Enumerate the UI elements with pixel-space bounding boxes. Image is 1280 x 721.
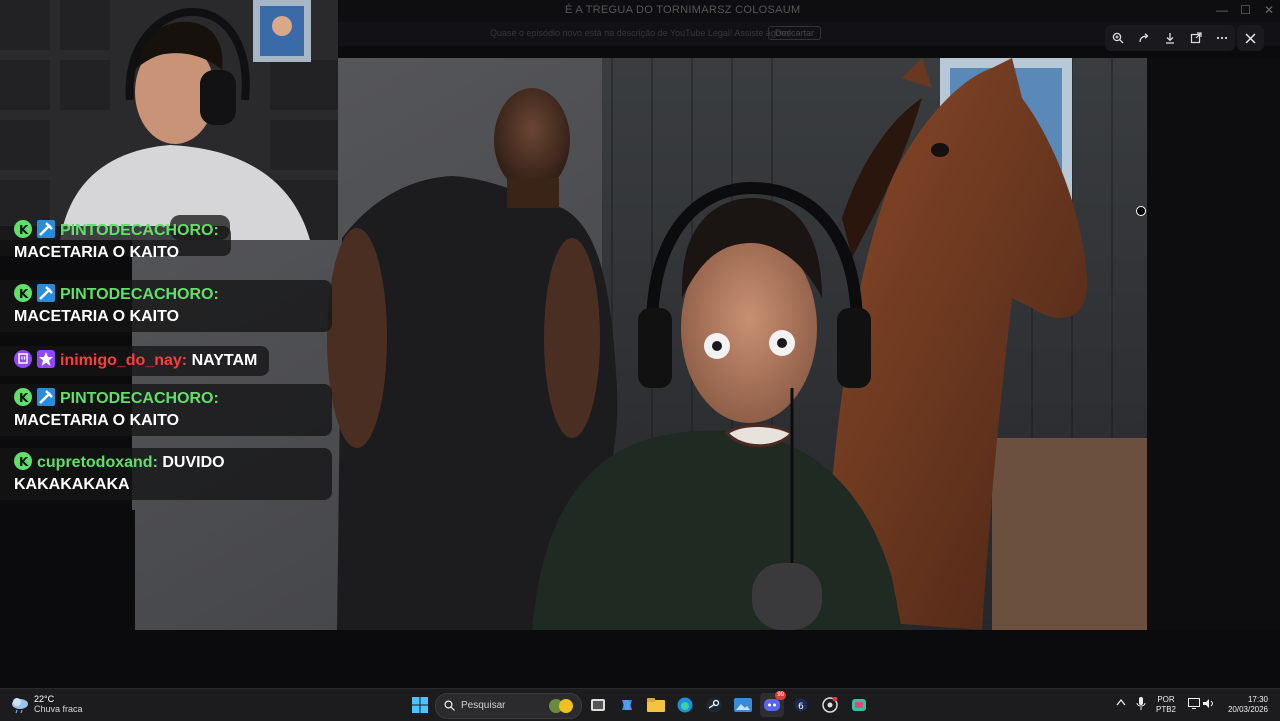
microphone-icon bbox=[1136, 697, 1146, 710]
volume-tray[interactable] bbox=[1203, 698, 1215, 712]
download-icon[interactable] bbox=[1161, 29, 1179, 47]
search-placeholder: Pesquisar bbox=[461, 700, 506, 711]
kick-badge-icon: K bbox=[14, 220, 32, 238]
pickaxe-badge-icon bbox=[37, 388, 55, 406]
clock-time: 17:30 bbox=[1247, 695, 1268, 704]
streamer-webcam bbox=[0, 0, 338, 240]
chat-username[interactable]: inimigo_do_nay: bbox=[60, 352, 187, 369]
clock-date: 20/03/2026 bbox=[1227, 705, 1268, 714]
background-player-controls bbox=[132, 630, 1280, 688]
monitor-network-icon bbox=[1188, 698, 1200, 709]
chat-text: MACETARIA O KAITO bbox=[14, 308, 180, 325]
task-view-button[interactable] bbox=[586, 693, 610, 717]
speaker-icon bbox=[1203, 699, 1213, 708]
background-sidebar bbox=[1147, 58, 1280, 630]
chat-text: MACETARIA O KAITO bbox=[14, 244, 180, 261]
start-button[interactable] bbox=[408, 693, 432, 717]
window-close-button[interactable]: ✕ bbox=[1264, 3, 1274, 17]
banner-text: Quase o episódio novo está na descrição … bbox=[490, 28, 792, 38]
discord-button[interactable]: 99 bbox=[760, 691, 786, 717]
discord-notification-badge: 99 bbox=[775, 691, 786, 700]
chat-username[interactable]: cupretodoxand: bbox=[37, 454, 158, 471]
more-icon[interactable] bbox=[1213, 29, 1231, 47]
chat-message: Kcupretodoxand: DUVIDO KAKAKAKAKA bbox=[0, 448, 332, 500]
discord-icon bbox=[764, 699, 780, 711]
zoom-in-icon[interactable] bbox=[1109, 29, 1127, 47]
background-window-title: É A TREGUA DO TORNIMARSZ COLOSAUM bbox=[565, 4, 801, 16]
svg-text:6: 6 bbox=[798, 702, 804, 712]
edge-icon bbox=[677, 697, 693, 713]
chat-text: NAYTAM bbox=[191, 352, 258, 369]
windows-logo-icon bbox=[412, 697, 428, 713]
streamlabs-icon bbox=[852, 699, 866, 711]
svg-text:K: K bbox=[19, 455, 29, 469]
chevron-up-icon bbox=[1116, 698, 1126, 706]
star-badge-icon bbox=[37, 350, 55, 368]
obs-button[interactable] bbox=[818, 693, 842, 717]
chat-username[interactable]: PINTODECACHORO: bbox=[60, 390, 219, 407]
microphone-tray[interactable] bbox=[1136, 697, 1146, 714]
chat-username[interactable]: PINTODECACHORO: bbox=[60, 222, 219, 239]
kick-badge-icon: K bbox=[14, 452, 32, 470]
chat-text: MACETARIA O KAITO bbox=[14, 412, 180, 429]
task-view-icon bbox=[591, 699, 605, 711]
minimize-button[interactable]: — bbox=[1216, 3, 1228, 17]
keyboard-layout: PTB2 bbox=[1156, 705, 1177, 714]
show-hidden-icons-button[interactable] bbox=[1116, 698, 1126, 709]
image-viewer-toolbar bbox=[1105, 25, 1235, 51]
network-tray[interactable] bbox=[1188, 698, 1200, 712]
edge-button[interactable] bbox=[673, 693, 697, 717]
pickaxe-badge-icon bbox=[37, 284, 55, 302]
maximize-button[interactable]: ☐ bbox=[1240, 3, 1251, 17]
photos-button[interactable] bbox=[731, 693, 755, 717]
chat-username[interactable]: PINTODECACHORO: bbox=[60, 286, 219, 303]
app-hexagon-icon: 6 bbox=[795, 698, 807, 712]
weather-description: Chuva fraca bbox=[34, 704, 83, 714]
svg-text:K: K bbox=[19, 223, 29, 237]
folder-icon bbox=[647, 698, 665, 712]
rain-cloud-icon bbox=[12, 697, 28, 713]
taskbar-search[interactable]: Pesquisar bbox=[435, 693, 582, 719]
svg-text:K: K bbox=[19, 391, 29, 405]
banner-dismiss-button[interactable]: Descartar bbox=[768, 26, 822, 40]
photos-icon bbox=[734, 698, 752, 712]
copilot-button[interactable] bbox=[615, 693, 639, 717]
language-code: POR bbox=[1157, 695, 1175, 704]
weather-temperature: 22°C bbox=[34, 694, 55, 704]
language-indicator[interactable]: POR PTB2 bbox=[1156, 695, 1176, 715]
twitch-badge-icon bbox=[14, 350, 32, 368]
open-external-icon[interactable] bbox=[1187, 29, 1205, 47]
file-explorer-button[interactable] bbox=[644, 693, 668, 717]
background-window-titlebar bbox=[338, 0, 1280, 22]
clock[interactable]: 17:30 20/03/2026 bbox=[1222, 695, 1268, 715]
copilot-icon bbox=[622, 700, 632, 710]
svg-text:K: K bbox=[19, 287, 29, 301]
chat-message: K PINTODECACHORO: MACETARIA O KAITO bbox=[0, 220, 231, 261]
close-icon bbox=[1245, 33, 1256, 43]
share-icon[interactable] bbox=[1135, 29, 1153, 47]
viewer-close-button[interactable] bbox=[1237, 25, 1264, 51]
search-highlight-icon bbox=[549, 699, 573, 713]
search-icon bbox=[444, 700, 455, 711]
chat-message: K PINTODECACHORO: MACETARIA O KAITO bbox=[0, 280, 332, 332]
kick-badge-icon: K bbox=[14, 388, 32, 406]
background-panel bbox=[0, 510, 135, 680]
steam-icon bbox=[706, 697, 722, 713]
weather-widget[interactable]: 22°C Chuva fraca bbox=[10, 694, 83, 715]
windows-taskbar: 22°C Chuva fraca Pesquisar 99 6 POR PTB2… bbox=[0, 688, 1280, 721]
chat-message: inimigo_do_nay: NAYTAM bbox=[0, 346, 270, 376]
mouse-cursor bbox=[1136, 206, 1146, 216]
kick-badge-icon: K bbox=[14, 284, 32, 302]
streamlabs-button[interactable] bbox=[847, 693, 871, 717]
pickaxe-badge-icon bbox=[37, 220, 55, 238]
app-button[interactable]: 6 bbox=[789, 693, 813, 717]
steam-button[interactable] bbox=[702, 693, 726, 717]
chat-message: K PINTODECACHORO: MACETARIA O KAITO bbox=[0, 384, 332, 436]
obs-icon bbox=[822, 697, 838, 713]
